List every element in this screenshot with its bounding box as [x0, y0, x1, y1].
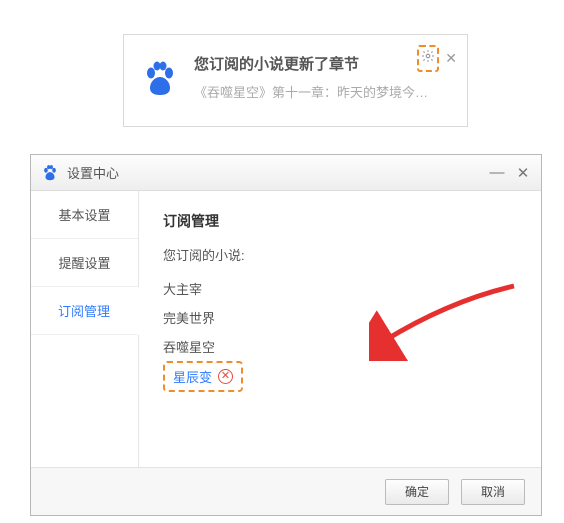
titlebar: 设置中心 — ✕ [31, 155, 541, 191]
sub-label: 您订阅的小说: [163, 245, 517, 264]
close-button[interactable]: ✕ [515, 164, 531, 182]
novel-item[interactable]: 吞噬星空 [163, 332, 517, 361]
settings-dialog: 设置中心 — ✕ 基本设置 提醒设置 订阅管理 订阅管理 您订阅的小说: 大主宰… [30, 154, 542, 516]
notification-subtitle: 《吞噬星空》第十一章：昨天的梦境今… [194, 82, 451, 101]
delete-icon[interactable]: ✕ [218, 369, 233, 384]
content-heading: 订阅管理 [163, 211, 517, 231]
content-area: 订阅管理 您订阅的小说: 大主宰 完美世界 吞噬星空 星辰变 ✕ [139, 191, 541, 467]
ok-button[interactable]: 确定 [385, 479, 449, 505]
sidebar: 基本设置 提醒设置 订阅管理 [31, 191, 139, 467]
dialog-title: 设置中心 [67, 163, 489, 182]
sidebar-item-basic[interactable]: 基本设置 [31, 191, 138, 239]
baidu-paw-logo-small [41, 164, 59, 182]
baidu-paw-logo [140, 59, 180, 99]
novel-item[interactable]: 大主宰 [163, 274, 517, 303]
sidebar-item-reminder[interactable]: 提醒设置 [31, 239, 138, 287]
gear-icon[interactable] [421, 49, 435, 63]
window-controls: — ✕ [489, 164, 531, 182]
sidebar-item-subscription[interactable]: 订阅管理 [31, 287, 139, 335]
notification-body: 您订阅的小说更新了章节 《吞噬星空》第十一章：昨天的梦境今… [194, 53, 451, 108]
minimize-button[interactable]: — [489, 164, 505, 182]
notification-title: 您订阅的小说更新了章节 [194, 53, 451, 74]
dialog-body: 基本设置 提醒设置 订阅管理 订阅管理 您订阅的小说: 大主宰 完美世界 吞噬星… [31, 191, 541, 467]
notification-controls: ✕ [417, 45, 457, 72]
novel-name: 星辰变 [173, 367, 212, 386]
notification-card: 您订阅的小说更新了章节 《吞噬星空》第十一章：昨天的梦境今… ✕ [123, 34, 468, 127]
novel-item[interactable]: 完美世界 [163, 303, 517, 332]
novel-item-highlighted[interactable]: 星辰变 ✕ [163, 361, 243, 392]
gear-highlight-box [417, 45, 439, 72]
cancel-button[interactable]: 取消 [461, 479, 525, 505]
novel-list: 大主宰 完美世界 吞噬星空 星辰变 ✕ [163, 274, 517, 392]
dialog-footer: 确定 取消 [31, 467, 541, 515]
close-icon[interactable]: ✕ [445, 50, 457, 67]
